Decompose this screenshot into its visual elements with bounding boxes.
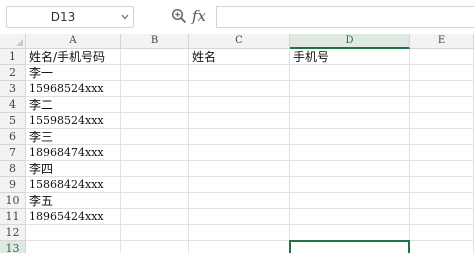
row-header-4[interactable]: 4 — [0, 97, 26, 113]
column-gridline — [120, 49, 121, 253]
select-all-triangle-icon — [16, 39, 23, 46]
cell-a9[interactable]: 15868424xxx — [29, 177, 104, 193]
cell-a6[interactable]: 李三 — [29, 129, 53, 145]
cell-c1[interactable]: 姓名 — [192, 49, 216, 65]
row-header-11[interactable]: 11 — [0, 209, 26, 225]
active-cell-selection[interactable] — [289, 240, 410, 253]
cell-a7[interactable]: 18968474xxx — [29, 145, 104, 161]
formula-input[interactable] — [216, 6, 474, 28]
row-header-6[interactable]: 6 — [0, 129, 26, 145]
cell-a2[interactable]: 李一 — [29, 65, 53, 81]
row-header-2[interactable]: 2 — [0, 65, 26, 81]
row-header-5[interactable]: 5 — [0, 113, 26, 129]
column-header-a[interactable]: A — [26, 34, 121, 49]
column-gridline — [289, 49, 290, 253]
cell-a11[interactable]: 18965424xxx — [29, 209, 104, 225]
column-header-e[interactable]: E — [410, 34, 474, 49]
row-header-3[interactable]: 3 — [0, 81, 26, 97]
cell-a4[interactable]: 李二 — [29, 97, 53, 113]
row-header-9[interactable]: 9 — [0, 177, 26, 193]
cell-a10[interactable]: 李五 — [29, 193, 53, 209]
cell-a3[interactable]: 15968524xxx — [29, 81, 104, 97]
row-header-12[interactable]: 12 — [0, 225, 26, 241]
spreadsheet-window: D13 fx A B C D E 1 2 3 4 5 6 7 8 9 10 11 12 13 姓名/手机号码 姓名 手机… — [0, 0, 474, 253]
column-header-b[interactable]: B — [121, 34, 189, 49]
cell-a5[interactable]: 15598524xxx — [29, 113, 104, 129]
column-gridline — [188, 49, 189, 253]
insert-function-icon[interactable]: fx — [192, 6, 212, 26]
zoom-formula-icon[interactable] — [171, 8, 187, 24]
row-header-7[interactable]: 7 — [0, 145, 26, 161]
formula-bar: D13 fx — [0, 0, 474, 34]
name-box[interactable]: D13 — [6, 6, 134, 28]
column-gridline — [409, 49, 410, 253]
cell-a1[interactable]: 姓名/手机号码 — [29, 49, 105, 65]
chevron-down-icon[interactable] — [121, 12, 129, 22]
row-header-8[interactable]: 8 — [0, 161, 26, 177]
cell-d1[interactable]: 手机号 — [293, 49, 329, 65]
cell-a8[interactable]: 李四 — [29, 161, 53, 177]
row-header-13[interactable]: 13 — [0, 241, 26, 253]
row-header-1[interactable]: 1 — [0, 49, 26, 65]
name-box-value: D13 — [50, 10, 76, 24]
worksheet-grid[interactable]: A B C D E 1 2 3 4 5 6 7 8 9 10 11 12 13 姓名/手机号码 姓名 手机号 李一 1596… — [0, 34, 474, 253]
select-all-corner[interactable] — [0, 34, 26, 49]
column-header-d[interactable]: D — [290, 34, 410, 49]
row-header-10[interactable]: 10 — [0, 193, 26, 209]
column-header-c[interactable]: C — [189, 34, 290, 49]
